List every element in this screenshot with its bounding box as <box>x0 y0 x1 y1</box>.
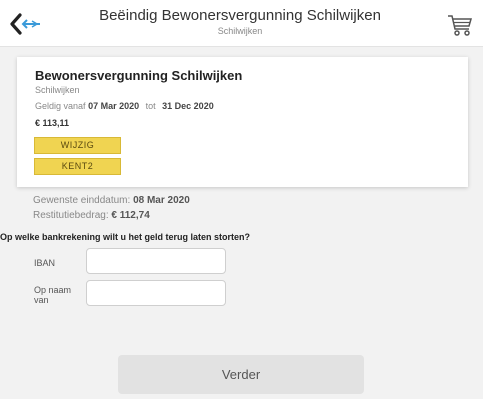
valid-to-date: 31 Dec 2020 <box>162 101 214 111</box>
validity-prefix: Geldig vanaf <box>35 101 86 111</box>
bank-account-question: Op welke bankrekening wilt u het geld te… <box>0 232 251 242</box>
license-plate-badge: WIJZIG <box>34 137 121 154</box>
refund-label: Restitutiebedrag: <box>33 210 109 221</box>
account-name-label: Op naam van <box>34 285 72 305</box>
end-date-label: Gewenste einddatum: <box>33 195 131 206</box>
back-arrow-icon[interactable] <box>10 13 44 35</box>
license-plate-badge: KENT2 <box>34 158 121 175</box>
end-date-value: 08 Mar 2020 <box>133 195 190 206</box>
account-name-input[interactable] <box>86 280 226 306</box>
permit-price: € 113,11 <box>35 118 70 128</box>
permit-area: Schilwijken <box>35 85 80 95</box>
app-header: Beëindig Bewonersvergunning Schilwijken … <box>0 0 483 47</box>
cart-icon[interactable] <box>447 13 473 37</box>
refund-value: € 112,74 <box>111 210 150 221</box>
valid-from-date: 07 Mar 2020 <box>88 101 140 111</box>
iban-input[interactable] <box>86 248 226 274</box>
refund-info: Restitutiebedrag: € 112,74 <box>33 210 150 221</box>
next-button[interactable]: Verder <box>118 355 364 394</box>
page-title: Beëindig Bewonersvergunning Schilwijken <box>99 7 381 24</box>
permit-validity: Geldig vanaf 07 Mar 2020 tot 31 Dec 2020 <box>35 101 214 111</box>
end-date-info: Gewenste einddatum: 08 Mar 2020 <box>33 195 190 206</box>
iban-label: IBAN <box>34 258 56 268</box>
permit-card: Bewonersvergunning Schilwijken Schilwijk… <box>17 57 468 187</box>
page-subtitle: Schilwijken <box>217 26 263 36</box>
permit-title: Bewonersvergunning Schilwijken <box>35 68 243 83</box>
validity-separator: tot <box>145 101 156 111</box>
